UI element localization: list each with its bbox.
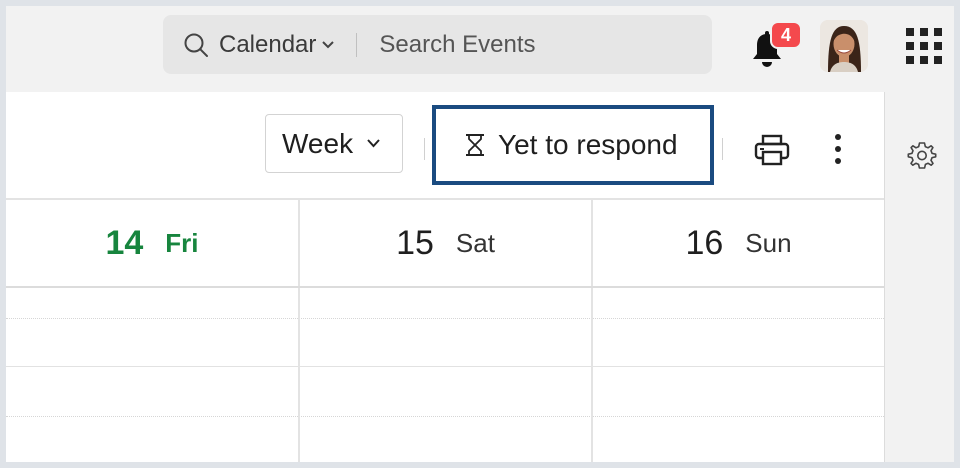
day-column-divider — [298, 288, 300, 462]
day-number: 16 — [685, 223, 724, 262]
chevron-down-icon — [367, 139, 380, 148]
day-header-row: 14 Fri 15 Sat 16 Sun — [6, 198, 884, 288]
day-header-sat[interactable]: 15 Sat — [298, 200, 591, 286]
yet-to-respond-label: Yet to respond — [498, 129, 678, 160]
right-sidebar — [884, 92, 954, 462]
avatar-image — [820, 20, 868, 72]
hour-line — [6, 366, 884, 367]
day-number: 14 — [105, 223, 144, 262]
search-input[interactable]: Search Events — [379, 31, 535, 59]
day-name: Sat — [455, 227, 495, 258]
search-icon — [184, 33, 208, 57]
search-bar[interactable]: Calendar Search Events — [163, 15, 712, 74]
grid-icon[interactable] — [904, 26, 944, 66]
search-divider — [356, 32, 358, 57]
day-column-divider — [591, 288, 593, 462]
day-name: Sun — [745, 227, 792, 258]
chevron-down-icon — [322, 40, 335, 48]
more-vertical-icon[interactable] — [828, 132, 848, 166]
yet-to-respond-button[interactable]: Yet to respond — [432, 105, 714, 185]
notification-badge: 4 — [770, 21, 802, 49]
day-name: Fri — [165, 227, 199, 258]
search-scope-label: Calendar — [219, 30, 317, 58]
day-number: 15 — [396, 223, 434, 262]
half-hour-line — [6, 416, 884, 417]
toolbar-divider — [722, 138, 723, 160]
hour-line — [6, 464, 884, 465]
day-header-fri[interactable]: 14 Fri — [6, 200, 298, 286]
view-label: Week — [282, 127, 354, 159]
top-bar: Calendar Search Events 4 — [6, 6, 954, 92]
calendar-window: Calendar Search Events 4 Week Yet to res… — [0, 0, 960, 468]
hourglass-icon — [466, 134, 484, 156]
search-scope-dropdown[interactable]: Calendar — [219, 30, 335, 59]
calendar-main: Week Yet to respond 14 Fri 15 Sat 16 Sun — [6, 92, 884, 465]
gear-icon[interactable] — [907, 140, 937, 170]
printer-icon[interactable] — [754, 134, 790, 166]
half-hour-line — [6, 318, 884, 319]
view-dropdown[interactable]: Week — [265, 114, 403, 173]
time-grid[interactable] — [6, 288, 884, 465]
toolbar-divider — [424, 138, 425, 160]
day-header-sun[interactable]: 16 Sun — [591, 200, 884, 286]
user-avatar[interactable] — [820, 20, 868, 72]
